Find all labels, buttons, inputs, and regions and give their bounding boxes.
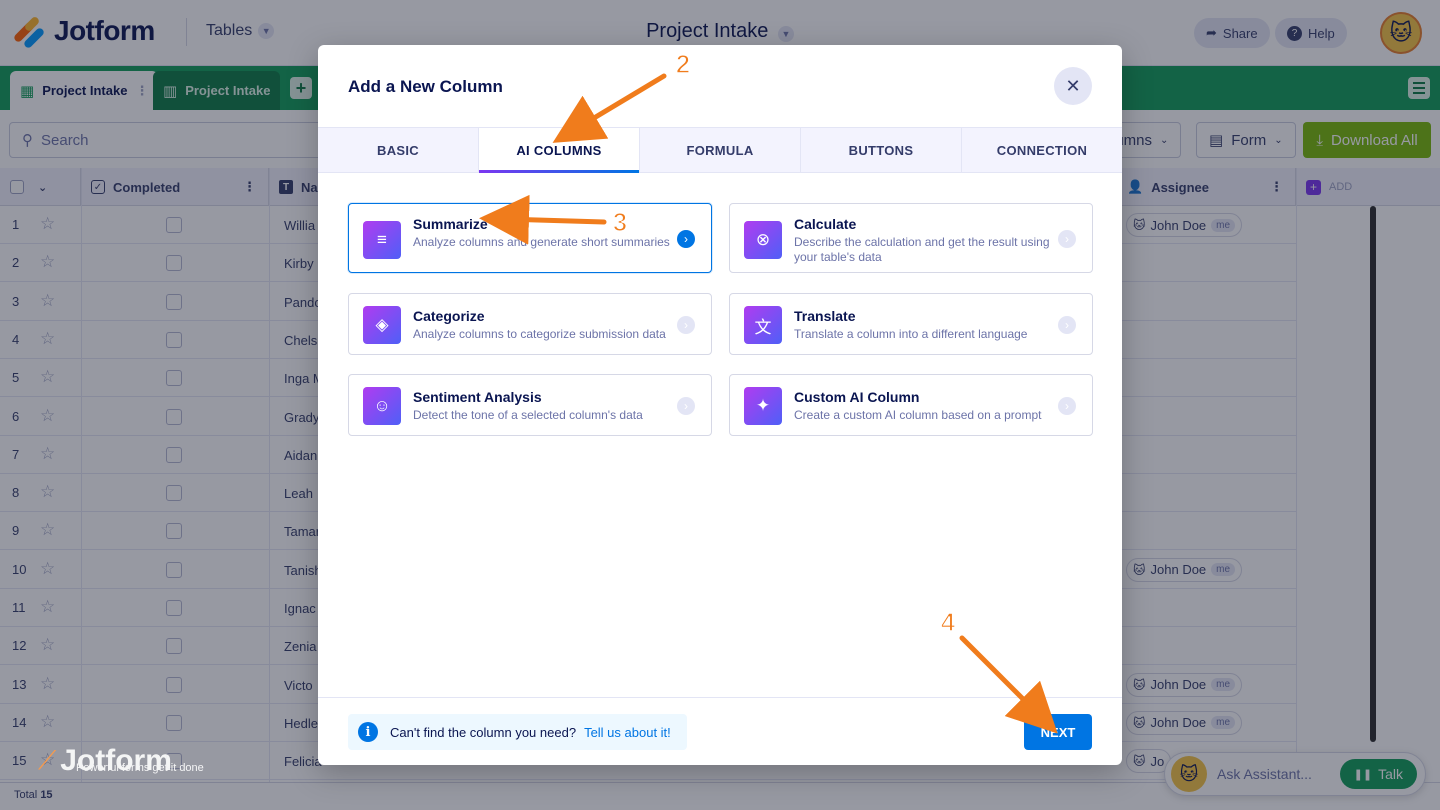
close-button[interactable]: ✕ [1054, 67, 1092, 105]
feedback-text: Can't find the column you need? [390, 724, 577, 740]
card-description: Detect the tone of a selected column's d… [413, 408, 643, 422]
sentiment-icon: ☺ [363, 387, 401, 425]
calculate-card[interactable]: ⊗ Calculate Describe the calculation and… [729, 203, 1093, 273]
info-icon: i [358, 722, 378, 742]
watermark-logo-icon: ⟋ [38, 745, 57, 775]
tab-buttons[interactable]: BUTTONS [801, 128, 962, 172]
card-title: Custom AI Column [794, 389, 920, 405]
summarize-icon: ≡ [363, 221, 401, 259]
chevron-right-icon: › [677, 316, 695, 334]
chevron-right-icon: › [677, 230, 695, 248]
sentiment-analysis-card[interactable]: ☺ Sentiment Analysis Detect the tone of … [348, 374, 712, 436]
card-title: Summarize [413, 216, 488, 232]
feedback-banner: i Can't find the column you need? Tell u… [348, 714, 687, 750]
tab-basic[interactable]: BASIC [318, 128, 479, 172]
feedback-link[interactable]: Tell us about it! [584, 725, 671, 740]
sparkle-icon: ✦ [744, 387, 782, 425]
translate-icon: 文 [744, 306, 782, 344]
watermark: ⟋ Jotform Powerful forms get it done [38, 744, 204, 778]
tab-ai-columns[interactable]: AI COLUMNS [479, 128, 640, 173]
translate-card[interactable]: 文 Translate Translate a column into a di… [729, 293, 1093, 355]
column-type-tabs: BASIC AI COLUMNS FORMULA BUTTONS CONNECT… [318, 127, 1122, 173]
chevron-right-icon: › [677, 397, 695, 415]
calculate-icon: ⊗ [744, 221, 782, 259]
custom-ai-column-card[interactable]: ✦ Custom AI Column Create a custom AI co… [729, 374, 1093, 436]
card-title: Sentiment Analysis [413, 389, 542, 405]
tab-formula[interactable]: FORMULA [640, 128, 801, 172]
card-title: Calculate [794, 216, 857, 232]
card-description: Analyze columns to categorize submission… [413, 327, 666, 341]
card-description: Create a custom AI column based on a pro… [794, 408, 1042, 422]
dialog-footer: i Can't find the column you need? Tell u… [318, 697, 1122, 765]
chevron-right-icon: › [1058, 316, 1076, 334]
categorize-icon: ◈ [363, 306, 401, 344]
dialog-title: Add a New Column [348, 77, 503, 96]
watermark-tagline: Powerful forms get it done [76, 762, 204, 774]
chevron-right-icon: › [1058, 397, 1076, 415]
chevron-right-icon: › [1058, 230, 1076, 248]
card-description: Translate a column into a different lang… [794, 327, 1028, 341]
summarize-card[interactable]: ≡ Summarize Analyze columns and generate… [348, 203, 712, 273]
card-description: Describe the calculation and get the res… [794, 235, 1050, 264]
add-column-dialog: Add a New Column ✕ BASIC AI COLUMNS FORM… [318, 45, 1122, 765]
close-icon: ✕ [1065, 75, 1081, 96]
categorize-card[interactable]: ◈ Categorize Analyze columns to categori… [348, 293, 712, 355]
card-description: Analyze columns and generate short summa… [413, 235, 670, 249]
next-button[interactable]: NEXT [1024, 714, 1092, 750]
tab-connection[interactable]: CONNECTION [962, 128, 1122, 172]
card-title: Translate [794, 308, 856, 324]
card-title: Categorize [413, 308, 485, 324]
